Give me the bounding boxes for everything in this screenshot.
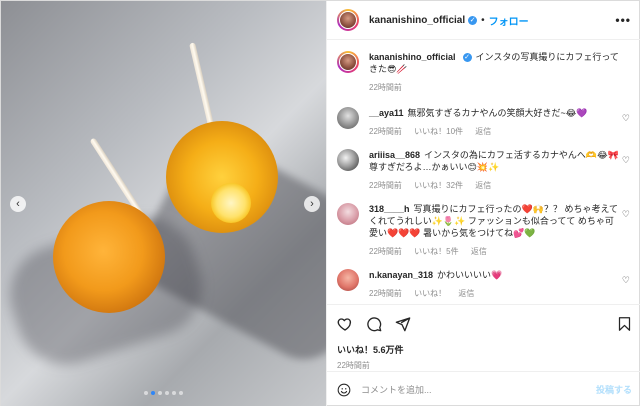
post-dialog: ‹ › kananishino_official ✓ • フォロー ••• ka… — [0, 0, 640, 406]
comment-time: 22時間前 — [369, 289, 402, 298]
avatar[interactable] — [337, 51, 359, 73]
comment-time: 22時間前 — [369, 247, 402, 256]
follow-button[interactable]: フォロー — [489, 13, 529, 28]
comment-item: n.kanayan_318 かわいいいい💗 22時間前 いいね！ 返信 ♡ — [337, 269, 632, 299]
post-header: kananishino_official ✓ • フォロー ••• — [327, 1, 640, 40]
carousel-dot — [158, 391, 162, 395]
carousel-indicator — [1, 391, 326, 395]
comment-time: 22時間前 — [369, 181, 402, 190]
emoji-icon[interactable] — [337, 383, 351, 397]
separator-dot: • — [481, 14, 485, 26]
post-comment-button[interactable]: 投稿する — [596, 383, 632, 396]
lemon-slice — [211, 183, 251, 223]
avatar[interactable] — [337, 203, 359, 225]
heart-icon[interactable]: ♡ — [622, 113, 630, 124]
comment-item: __aya11 無邪気すぎるカナやんの笑顔大好きだ~😂💜 22時間前 いいね！10… — [337, 107, 632, 137]
caption-username[interactable]: kananishino_official — [369, 52, 456, 62]
chevron-right-icon[interactable]: › — [304, 196, 320, 212]
caption: kananishino_official ✓ インスタの写真撮りにカフェ行ってきた😎… — [337, 51, 632, 93]
add-comment-bar: 投稿する — [327, 371, 640, 406]
comment-item: ariiisa__868 インスタの為にカフェ活するカナやんへ🫶😂🎀 尊すぎだろよ… — [337, 149, 632, 191]
post-time: 22時間前 — [337, 361, 370, 370]
post-photo[interactable]: ‹ › — [1, 1, 326, 406]
verified-icon: ✓ — [462, 53, 472, 63]
carousel-dot-active — [151, 391, 155, 395]
share-icon[interactable] — [395, 316, 411, 332]
heart-icon[interactable]: ♡ — [622, 155, 630, 166]
carousel-dot — [172, 391, 176, 395]
reply-button[interactable]: 返信 — [475, 127, 491, 136]
comment-text: 無邪気すぎるカナやんの笑顔大好きだ~😂💜 — [407, 108, 588, 118]
comment-item: 318____h 写真撮りにカフェ行ったの❤️🙌？？ めちゃ考えてくれてうれしい✨… — [337, 203, 632, 257]
avatar[interactable] — [337, 107, 359, 129]
comment-username[interactable]: n.kanayan_318 — [369, 270, 433, 280]
bookmark-icon[interactable] — [617, 316, 632, 332]
comment-likes[interactable]: いいね！ — [414, 289, 446, 298]
comment-icon[interactable] — [366, 316, 382, 332]
reply-button[interactable]: 返信 — [458, 289, 474, 298]
reply-button[interactable]: 返信 — [471, 247, 487, 256]
drink-glass-left — [53, 201, 165, 313]
carousel-dot — [144, 391, 148, 395]
caption-time: 22時間前 — [369, 83, 402, 92]
comment-likes[interactable]: いいね！10件 — [414, 127, 463, 136]
post-sidebar: kananishino_official ✓ • フォロー ••• kanani… — [326, 1, 640, 406]
header-username[interactable]: kananishino_official — [369, 15, 465, 26]
comment-text: かわいいいい💗 — [437, 270, 503, 280]
post-actions: いいね！5.6万件 22時間前 — [327, 304, 640, 371]
chevron-left-icon[interactable]: ‹ — [10, 196, 26, 212]
carousel-dot — [179, 391, 183, 395]
comment-username[interactable]: __aya11 — [369, 108, 404, 118]
avatar[interactable] — [337, 149, 359, 171]
heart-icon[interactable]: ♡ — [622, 209, 630, 220]
comment-likes[interactable]: いいね！32件 — [414, 181, 463, 190]
comment-username[interactable]: 318____h — [369, 204, 410, 214]
avatar[interactable] — [337, 269, 359, 291]
more-options-icon[interactable]: ••• — [615, 13, 631, 27]
carousel-dot — [165, 391, 169, 395]
comments-list[interactable]: kananishino_official ✓ インスタの写真撮りにカフェ行ってきた😎… — [327, 41, 640, 303]
likes-count[interactable]: いいね！5.6万件 — [337, 343, 632, 356]
verified-icon: ✓ — [468, 15, 478, 25]
comment-input[interactable] — [361, 384, 596, 395]
heart-icon[interactable] — [337, 316, 353, 332]
comment-likes[interactable]: いいね！5件 — [414, 247, 458, 256]
heart-icon[interactable]: ♡ — [622, 275, 630, 286]
reply-button[interactable]: 返信 — [475, 181, 491, 190]
comment-username[interactable]: ariiisa__868 — [369, 150, 420, 160]
avatar[interactable] — [337, 9, 359, 31]
comment-time: 22時間前 — [369, 127, 402, 136]
